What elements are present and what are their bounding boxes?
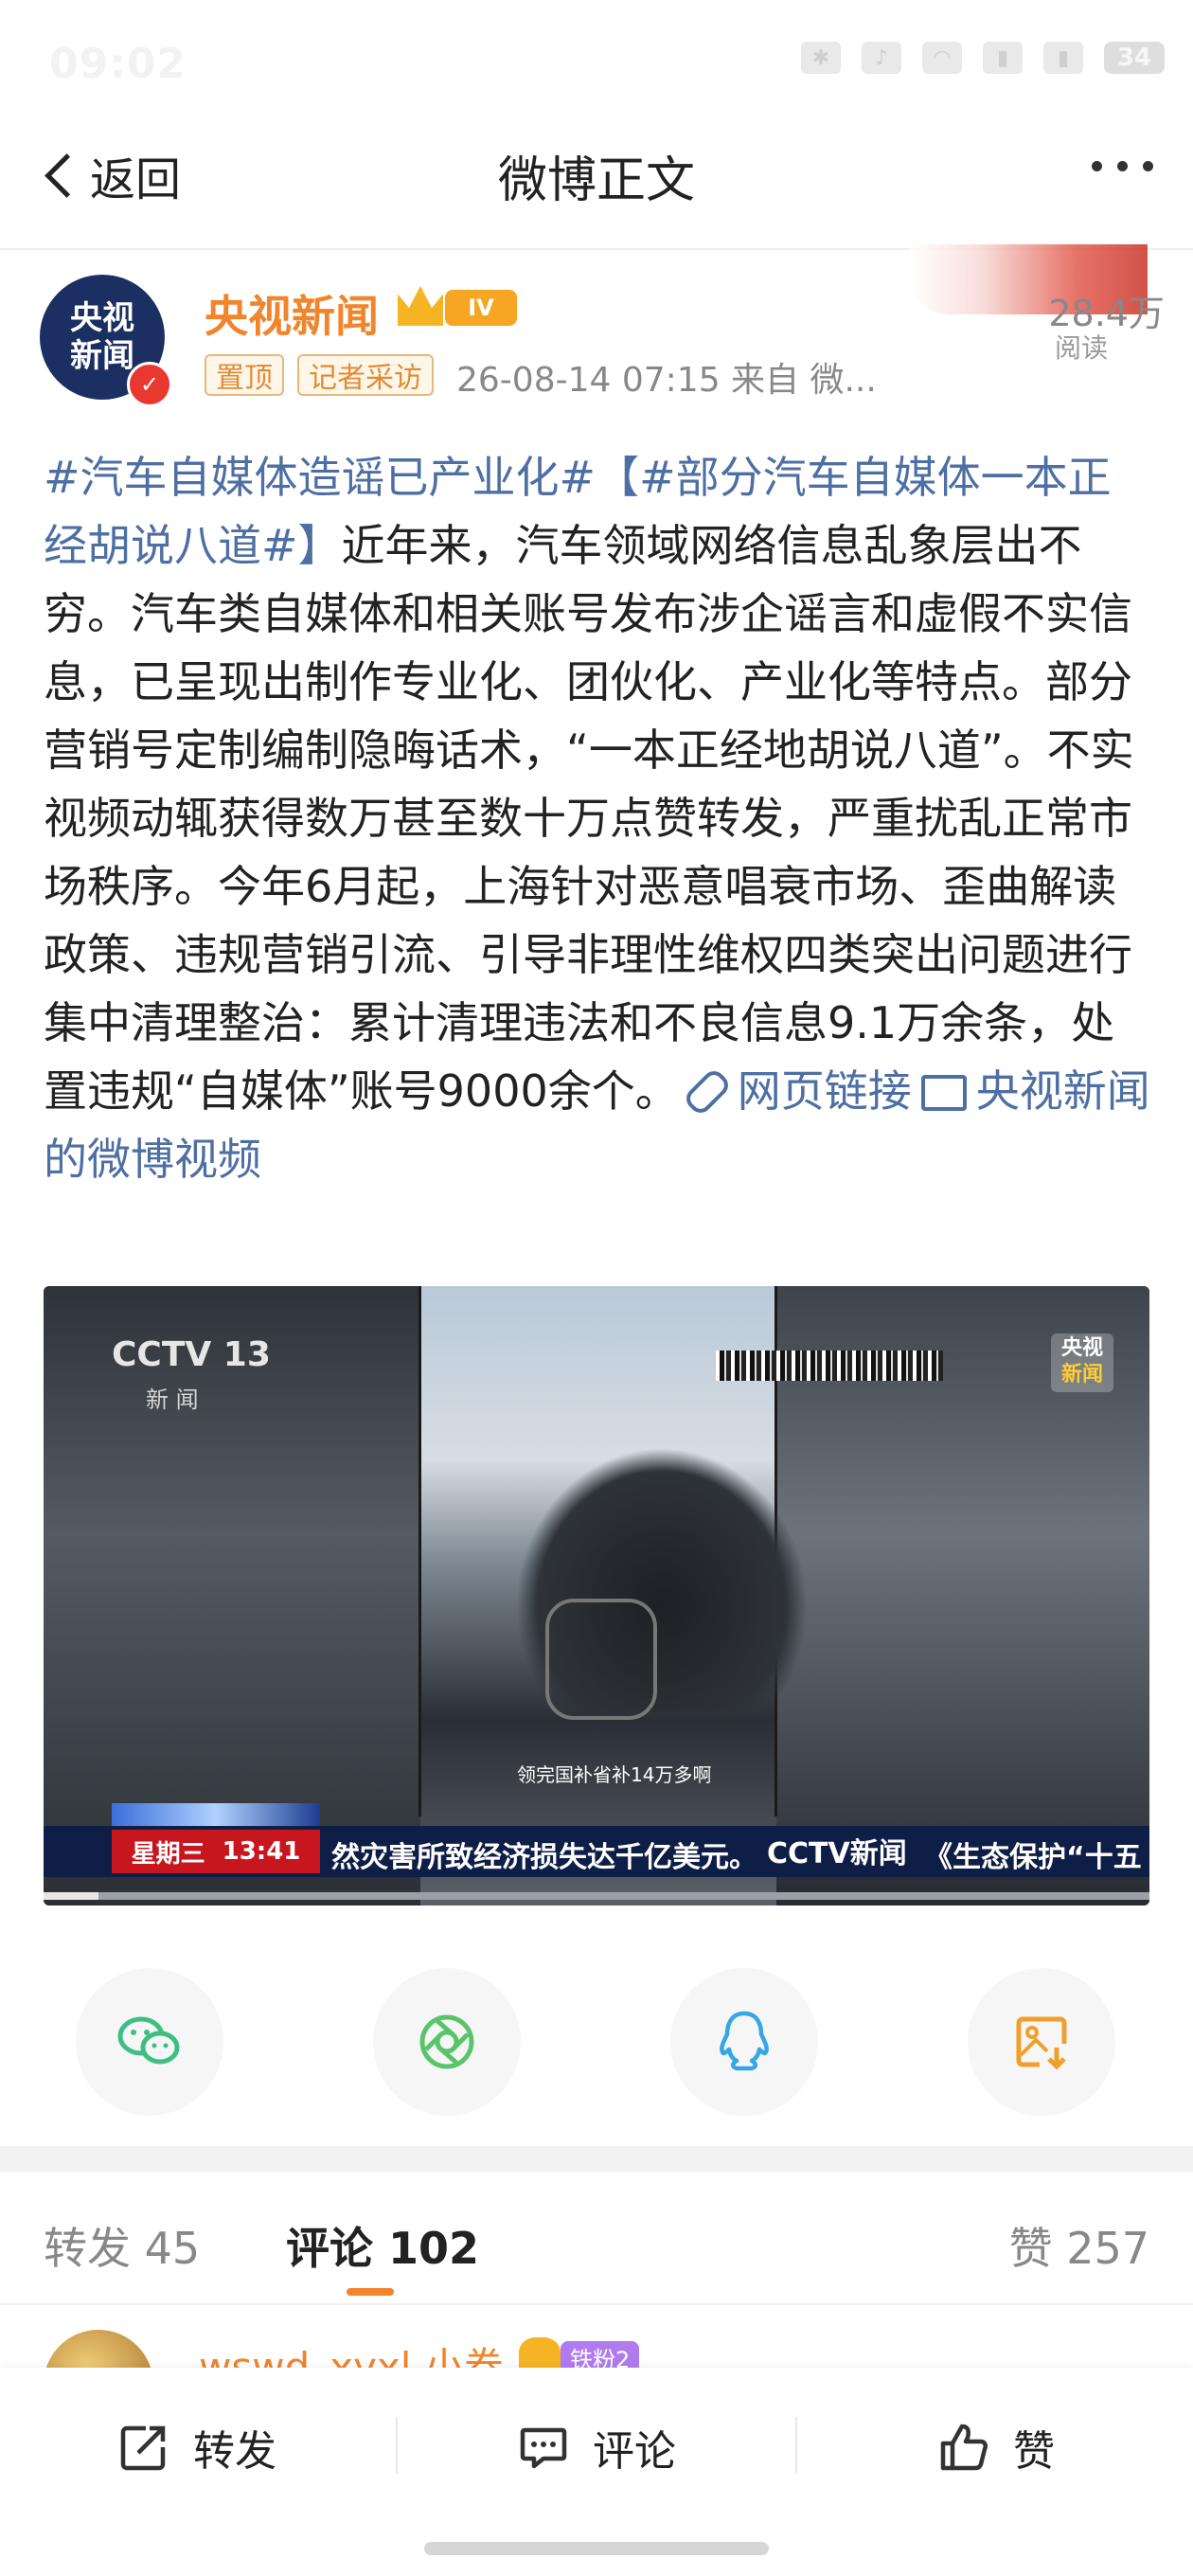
more-dot-icon — [1117, 161, 1128, 171]
share-moments-button[interactable] — [373, 1968, 521, 2116]
signal-icon: ▮ — [983, 42, 1023, 74]
divider — [795, 2417, 797, 2474]
video-subtitle: 领完国补省补14万多啊 — [517, 1763, 712, 1786]
battery-icon: 34 — [1104, 42, 1165, 74]
comment-button[interactable]: 评论 — [517, 2409, 676, 2485]
channel-logo: CCTV 13 — [112, 1335, 271, 1374]
comment-label: 评论 — [593, 2427, 676, 2476]
page-title: 微博正文 — [497, 152, 695, 209]
read-label: 阅读 — [1054, 332, 1108, 364]
hashtag-link[interactable]: #汽车自媒体造谣已产业化# — [44, 452, 596, 503]
corner-logo-text: 央视 — [1060, 1336, 1103, 1360]
comment-icon — [520, 2427, 567, 2469]
repost-icon — [120, 2425, 166, 2471]
home-indicator[interactable] — [424, 2542, 769, 2555]
repost-label: 转发 — [193, 2427, 276, 2476]
ticker-day: 星期三 — [131, 1839, 205, 1869]
ticker-time: 13:41 — [222, 1837, 301, 1866]
ticker-datetime: 星期三 13:41 — [112, 1830, 320, 1873]
corner-logo-text: 新闻 — [1060, 1363, 1103, 1386]
pinned-tag: 置顶 — [205, 354, 284, 396]
more-dot-icon — [1143, 161, 1153, 171]
video-divider — [418, 1286, 421, 1816]
like-button[interactable]: 赞 — [937, 2409, 1055, 2485]
channel-sub: 新 闻 — [146, 1386, 199, 1413]
status-time: 09:02 — [49, 40, 187, 88]
wifi-icon: ◠ — [922, 42, 962, 74]
ticker-text: 《生态保护“十五 — [924, 1841, 1142, 1874]
web-link[interactable]: 网页链接 — [679, 1065, 912, 1118]
moments-icon — [419, 2014, 474, 2069]
video-progress-fill — [44, 1892, 99, 1900]
link-icon — [681, 1065, 733, 1118]
share-qq-button[interactable] — [670, 1968, 818, 2116]
post-meta: 26-08-14 07:15 来自 微... — [456, 361, 877, 400]
thumbs-up-icon — [940, 2424, 988, 2471]
post-text: 近年来，汽车领域网络信息乱象层出不穷。汽车类自媒体和相关账号发布涉企谣言和虚假不… — [44, 520, 1134, 1117]
more-dot-icon — [1092, 161, 1102, 171]
tab-comment[interactable]: 评论 102 — [286, 2214, 479, 2277]
wechat-icon — [117, 2016, 180, 2065]
car-grille — [545, 1599, 657, 1720]
web-link-label: 网页链接 — [737, 1065, 912, 1117]
ticker-logo: CCTV新闻 — [767, 1837, 907, 1870]
like-label: 赞 — [1013, 2427, 1055, 2476]
studio-strip — [112, 1803, 320, 1828]
broadcast-bar — [716, 1351, 943, 1381]
tab-repost[interactable]: 转发 45 — [44, 2214, 200, 2277]
alarm-icon: ✱ — [801, 42, 841, 74]
crown-icon — [398, 286, 443, 326]
avatar-text: 央视 — [70, 299, 134, 337]
section-divider — [0, 2146, 1193, 2173]
video-player[interactable]: CCTV 13 新 闻 领完国补省补14万多啊 央视 新闻 星期三 13:41 … — [44, 1286, 1149, 1905]
post-body: #汽车自媒体造谣已产业化#【#部分汽车自媒体一本正经胡说八道#】近年来，汽车领域… — [44, 443, 1151, 1193]
tab-indicator — [347, 2288, 394, 2296]
avatar-text: 新闻 — [70, 337, 134, 375]
save-image-icon — [1016, 2016, 1067, 2070]
signal2-icon: ▮ — [1043, 42, 1083, 74]
mute-icon: ♪ — [862, 42, 901, 74]
corner-logo: 央视 新闻 — [1051, 1333, 1113, 1392]
save-image-button[interactable] — [968, 1968, 1115, 2116]
video-icon — [920, 1074, 967, 1111]
ticker-text: 然灾害所致经济损失达千亿美元。 — [331, 1841, 757, 1874]
reporter-tag: 记者采访 — [297, 354, 434, 396]
qq-icon — [720, 2011, 769, 2071]
status-icons: ✱ ♪ ◠ ▮ ▮ 34 — [801, 42, 1165, 74]
verified-icon: ✓ — [127, 362, 172, 407]
share-wechat-button[interactable] — [76, 1968, 223, 2116]
level-badge: IV — [445, 290, 517, 326]
tab-like[interactable]: 赞 257 — [1009, 2214, 1149, 2277]
video-progress-track[interactable] — [44, 1892, 1149, 1900]
repost-button[interactable]: 转发 — [117, 2409, 276, 2485]
divider — [0, 2303, 1193, 2305]
more-button[interactable] — [1092, 161, 1153, 171]
divider — [396, 2417, 398, 2474]
author-name[interactable]: 央视新闻 — [205, 282, 379, 345]
